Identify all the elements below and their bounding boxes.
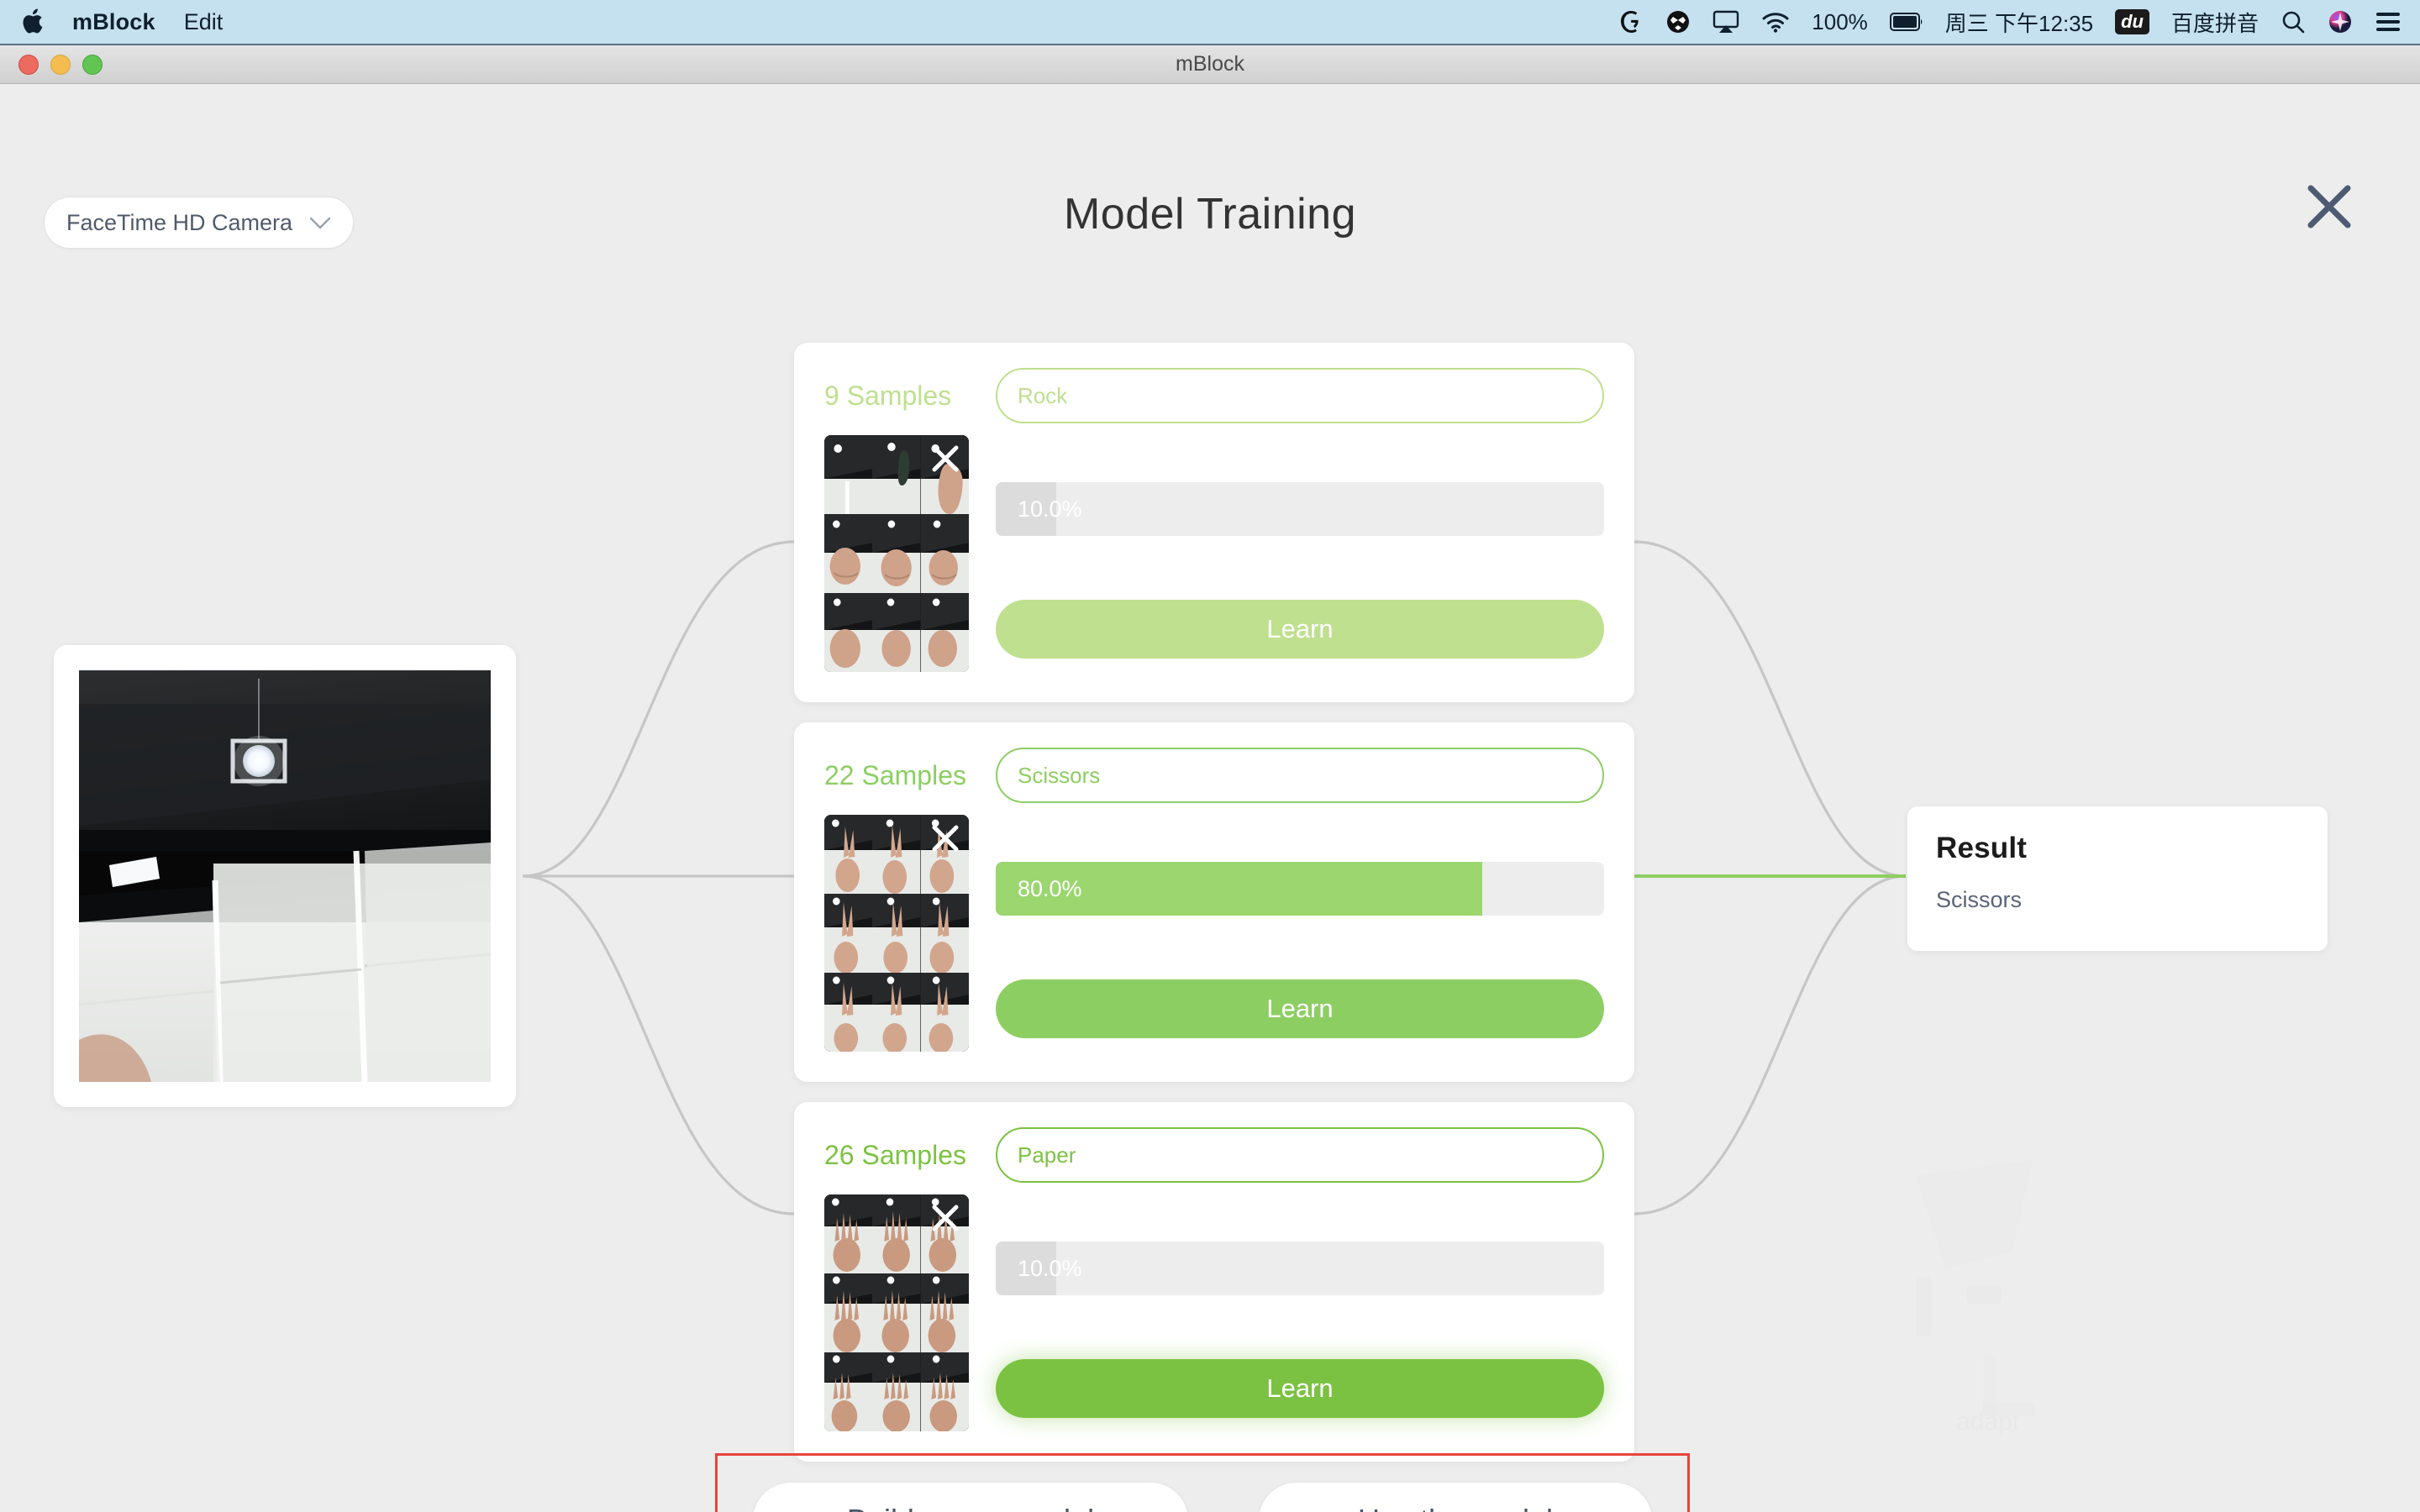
build-new-model-button[interactable]: Build a new model (752, 1482, 1189, 1512)
brand-watermark: adapt (1916, 1159, 2035, 1436)
svg-text:adapt: adapt (1956, 1408, 2020, 1436)
result-title: Result (1936, 832, 2028, 864)
delete-samples-icon[interactable] (927, 1200, 964, 1236)
sample-thumbnail-grid[interactable] (824, 1194, 969, 1431)
sample-thumbnail[interactable] (872, 593, 921, 672)
confidence-progress-label: 10.0% (1018, 496, 1082, 522)
macos-menu-bar: mBlock Edit 100% 周三 下午12:35 du 百度拼音 (0, 0, 2420, 44)
sample-thumbnail[interactable] (824, 593, 873, 672)
class-name-value: Rock (1018, 382, 1068, 408)
sample-count-label: 26 Samples (824, 1139, 966, 1170)
dropbox-icon[interactable] (1665, 9, 1691, 34)
sample-thumbnail[interactable] (824, 1352, 873, 1431)
learn-button[interactable]: Learn (996, 600, 1604, 659)
sample-thumbnail[interactable] (872, 894, 921, 973)
airplay-icon[interactable] (1712, 10, 1739, 34)
confidence-progress-bar: 10.0% (996, 482, 1604, 536)
battery-icon[interactable] (1889, 13, 1923, 31)
sample-count-label: 22 Samples (824, 759, 966, 790)
input-method-label[interactable]: 百度拼音 (2171, 7, 2259, 38)
learn-button[interactable]: Learn (996, 979, 1604, 1038)
sample-thumbnail[interactable] (920, 514, 969, 593)
sample-thumbnail[interactable] (920, 894, 969, 973)
class-name-input[interactable]: Paper (996, 1127, 1604, 1183)
confidence-progress-bar: 10.0% (996, 1242, 1604, 1295)
class-name-input[interactable]: Scissors (996, 748, 1604, 803)
wifi-icon[interactable] (1761, 11, 1790, 33)
sample-thumbnail[interactable] (872, 815, 921, 894)
grammarly-icon[interactable] (1618, 9, 1644, 34)
menu-item-edit[interactable]: Edit (184, 9, 224, 35)
class-card: 9 Samples Rock 10.0% Learn (794, 343, 1634, 702)
close-icon[interactable] (2306, 183, 2353, 234)
learn-button[interactable]: Learn (996, 1359, 1604, 1418)
camera-preview-image (79, 670, 491, 1082)
class-card-controls: 10.0% Learn (996, 1183, 1604, 1420)
sample-thumbnail[interactable] (920, 593, 969, 672)
confidence-progress-label: 80.0% (1018, 875, 1082, 901)
sample-count-label: 9 Samples (824, 380, 952, 411)
sample-thumbnail[interactable] (824, 894, 873, 973)
sample-thumbnail[interactable] (920, 1273, 969, 1352)
apple-logo-icon[interactable] (22, 8, 44, 35)
sample-thumbnail[interactable] (872, 435, 921, 514)
action-annotation-box: Build a new model Use the model (715, 1453, 1690, 1512)
page-title: Model Training (1063, 190, 1357, 239)
use-the-model-button[interactable]: Use the model (1258, 1482, 1653, 1512)
delete-samples-icon[interactable] (927, 820, 964, 857)
sample-thumbnail-grid[interactable] (824, 815, 969, 1052)
sample-thumbnail[interactable] (872, 1352, 921, 1431)
class-card-list: 9 Samples Rock 10.0% Learn 22 Samples Sc… (794, 343, 1634, 1482)
menu-app-name[interactable]: mBlock (72, 9, 155, 35)
delete-samples-icon[interactable] (927, 440, 964, 477)
sample-thumbnail[interactable] (920, 973, 969, 1052)
siri-icon[interactable] (2328, 9, 2353, 34)
class-card-controls: 10.0% Learn (996, 423, 1604, 660)
window-title-bar: mBlock (0, 44, 2420, 84)
sample-thumbnail[interactable] (824, 815, 873, 894)
window-title: mBlock (1176, 52, 1244, 76)
sample-thumbnail[interactable] (872, 973, 921, 1052)
model-training-screen: adapt FaceTime HD Camera Model Training (0, 84, 2420, 1512)
class-name-value: Scissors (1018, 762, 1101, 788)
menubar-datetime[interactable]: 周三 下午12:35 (1945, 7, 2093, 38)
class-name-value: Paper (1018, 1142, 1076, 1168)
sample-thumbnail[interactable] (824, 1194, 873, 1273)
class-card: 22 Samples Scissors 80.0% Learn (794, 722, 1634, 1082)
confidence-progress-bar: 80.0% (996, 862, 1604, 916)
sample-thumbnail-grid[interactable] (824, 435, 969, 672)
confidence-progress-label: 10.0% (1018, 1255, 1082, 1281)
result-card: Result Scissors (1907, 806, 2328, 951)
sample-thumbnail[interactable] (872, 1273, 921, 1352)
sample-thumbnail[interactable] (824, 1273, 873, 1352)
search-icon[interactable] (2281, 9, 2306, 34)
sample-thumbnail[interactable] (872, 514, 921, 593)
class-card-controls: 80.0% Learn (996, 803, 1604, 1040)
battery-percent-label: 100% (1812, 8, 1868, 34)
sample-thumbnail[interactable] (824, 514, 873, 593)
sample-thumbnail[interactable] (872, 1194, 921, 1273)
class-card: 26 Samples Paper 10.0% Learn (794, 1102, 1634, 1462)
sample-thumbnail[interactable] (824, 973, 873, 1052)
control-center-icon[interactable] (2375, 11, 2402, 33)
sample-thumbnail[interactable] (920, 1352, 969, 1431)
class-name-input[interactable]: Rock (996, 368, 1604, 423)
sample-thumbnail[interactable] (824, 435, 873, 514)
camera-preview-card (54, 645, 516, 1107)
input-method-badge-icon[interactable]: du (2115, 9, 2149, 34)
result-value: Scissors (1936, 887, 2023, 912)
